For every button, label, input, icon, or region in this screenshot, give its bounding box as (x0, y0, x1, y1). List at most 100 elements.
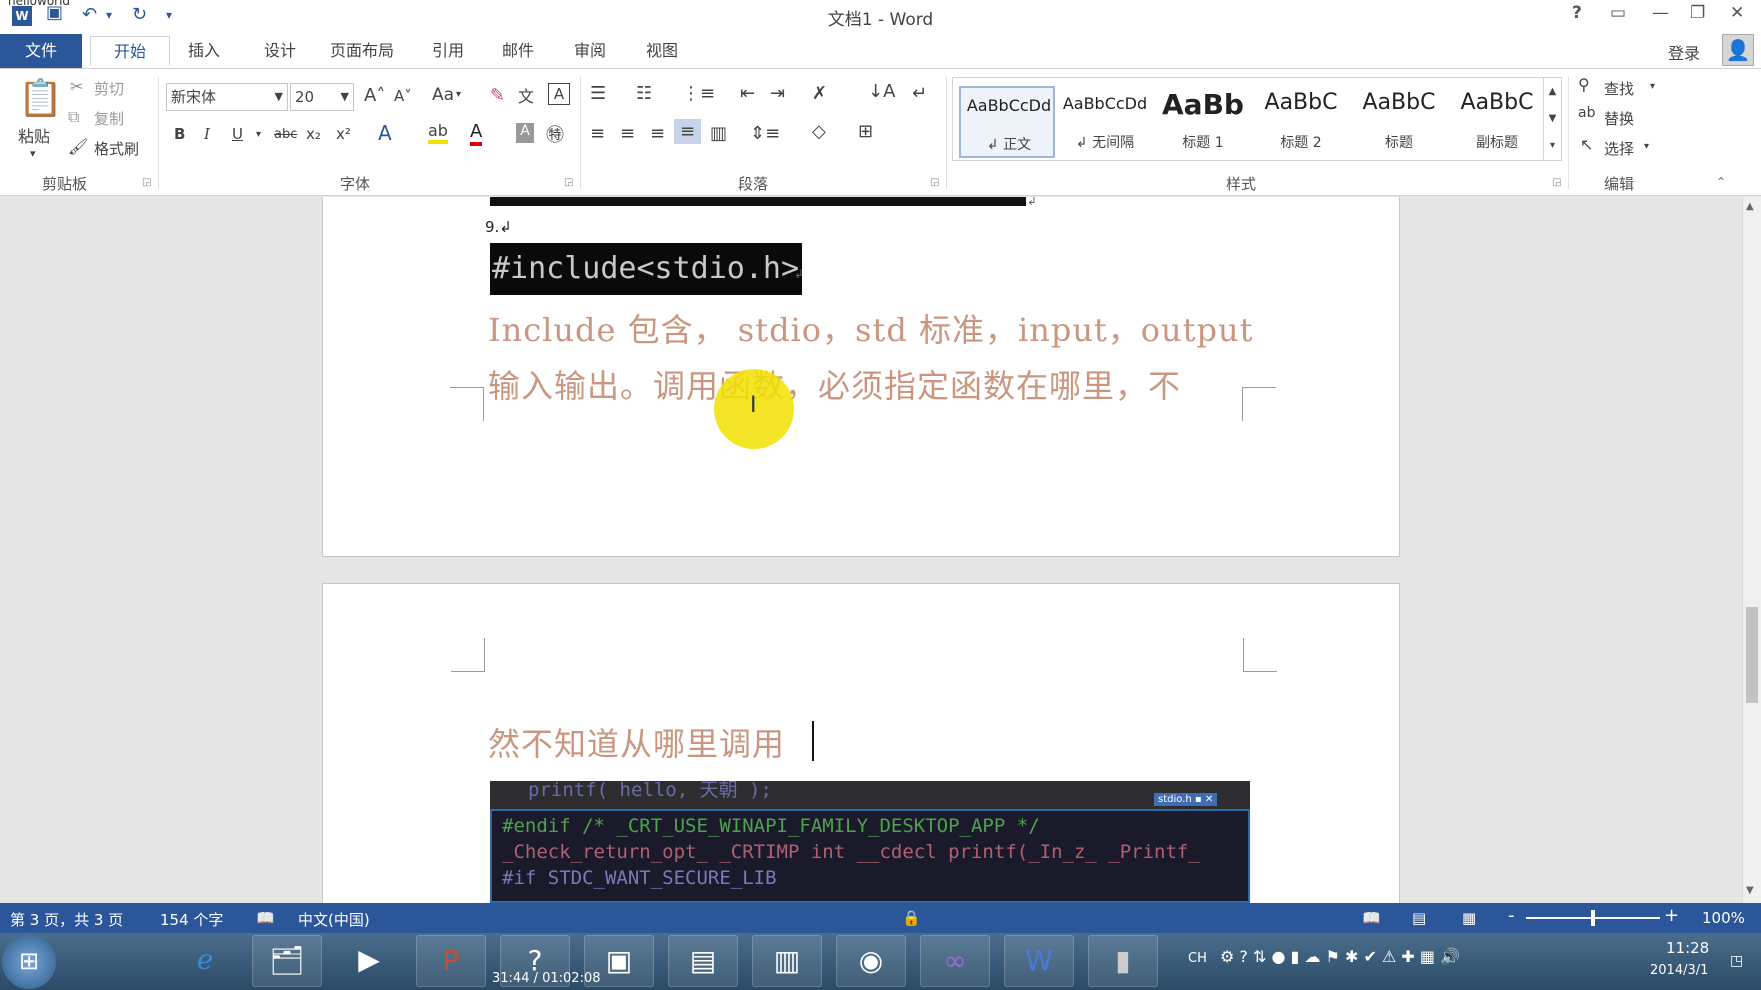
paragraph-launcher-icon[interactable]: ◲ (930, 177, 939, 188)
shading-icon[interactable]: ◇ (812, 121, 826, 142)
zoom-in-button[interactable]: + (1664, 905, 1679, 926)
tab-review[interactable]: 审阅 (562, 36, 618, 66)
cut-icon[interactable]: ✂ (70, 77, 83, 96)
styles-scroll[interactable]: ▲ ▼ ▾ (1543, 78, 1561, 160)
select-dropdown-icon[interactable]: ▾ (1644, 141, 1649, 152)
chinese-layout-icon[interactable]: ✗ (812, 83, 827, 104)
doc-line-2[interactable]: 输入输出。调用函数，必须指定函数在哪里，不 (488, 361, 1181, 407)
clock-date[interactable]: 2014/3/1 (1650, 963, 1708, 978)
media-player-icon[interactable]: ▶ (334, 935, 404, 987)
character-border-icon[interactable]: A (548, 83, 570, 105)
app-icon-4[interactable]: ◉ (836, 935, 906, 987)
show-desktop-icon[interactable]: ◳ (1730, 953, 1743, 969)
paste-dropdown-icon[interactable]: ▾ (30, 147, 36, 160)
collapse-ribbon-icon[interactable]: ⌃ (1716, 175, 1726, 189)
tab-view[interactable]: 视图 (634, 36, 690, 66)
clock-time[interactable]: 11:28 (1666, 939, 1709, 957)
minimize-button[interactable]: — (1652, 3, 1669, 23)
console-icon[interactable]: ▮ (1088, 935, 1158, 987)
doc-line-3[interactable]: 然不知道从哪里调用 (488, 719, 785, 765)
print-layout-icon[interactable]: ▤ (1412, 909, 1426, 927)
find-button[interactable]: 查找 (1604, 78, 1634, 99)
vertical-scrollbar[interactable]: ▲ ▼ (1742, 197, 1761, 903)
sort-icon[interactable]: ↓A (868, 81, 895, 102)
change-case-dropdown-icon[interactable]: ▾ (456, 89, 461, 100)
scroll-up-icon[interactable]: ▲ (1746, 201, 1754, 212)
tab-mailings[interactable]: 邮件 (490, 36, 546, 66)
borders-icon[interactable]: ⊞ (858, 121, 873, 142)
find-dropdown-icon[interactable]: ▾ (1650, 81, 1655, 92)
code-include-line[interactable]: #include<stdio.h> (490, 243, 802, 295)
increase-indent-icon[interactable]: ⇥ (770, 83, 785, 104)
app-icon-3[interactable]: ▥ (752, 935, 822, 987)
login-link[interactable]: 登录 (1668, 40, 1700, 64)
enclose-characters-icon[interactable]: ㊕ (546, 121, 564, 147)
font-color-icon[interactable]: A (470, 121, 483, 146)
character-shading-icon[interactable]: A (516, 123, 534, 143)
paste-button[interactable]: 粘贴 (18, 123, 50, 147)
scroll-thumb[interactable] (1746, 607, 1758, 703)
paste-icon[interactable]: 📋 (18, 77, 63, 119)
decrease-indent-icon[interactable]: ⇤ (740, 83, 755, 104)
align-right-icon[interactable]: ≡ (650, 123, 665, 144)
tab-references[interactable]: 引用 (420, 36, 476, 66)
tab-home[interactable]: 开始 (90, 36, 170, 66)
doc-line-1[interactable]: Include 包含， stdio，std 标准，input，output (488, 305, 1253, 351)
justify-icon[interactable]: ≡ (674, 119, 702, 144)
underline-dropdown-icon[interactable]: ▾ (256, 129, 261, 140)
style-no-spacing[interactable]: AaBbCcDd ↲ 无间隔 (1057, 86, 1153, 158)
strikethrough-button[interactable]: abc (274, 127, 297, 142)
line-spacing-icon[interactable]: ⇕≡ (750, 123, 780, 144)
restore-button[interactable]: ❐ (1690, 3, 1705, 23)
zoom-slider-thumb[interactable] (1591, 910, 1595, 926)
clear-formatting-icon[interactable]: ✎ (490, 85, 505, 106)
explorer-icon[interactable]: 🗂 (252, 935, 322, 987)
proofing-icon[interactable]: 📖 (256, 909, 275, 927)
help-button[interactable]: ? (1572, 3, 1582, 23)
ie-icon[interactable]: ℯ (170, 935, 240, 987)
embedded-screenshot[interactable]: printf( hello, 天朝 ); stdio.h ▪ ✕ #endif … (490, 781, 1250, 903)
grow-font-button[interactable]: A˄ (364, 85, 385, 106)
language-status[interactable]: 中文(中国) (298, 909, 370, 930)
highlight-color-icon[interactable]: ab (428, 121, 448, 144)
font-launcher-icon[interactable]: ◲ (564, 177, 573, 188)
page-count[interactable]: 第 3 页，共 3 页 (10, 909, 123, 930)
tab-page-layout[interactable]: 页面布局 (318, 36, 406, 66)
ime-indicator[interactable]: CH (1188, 951, 1207, 966)
styles-launcher-icon[interactable]: ◲ (1552, 177, 1561, 188)
align-center-icon[interactable]: ≡ (620, 123, 635, 144)
start-button[interactable]: ⊞ (2, 935, 56, 989)
scroll-down-icon[interactable]: ▼ (1746, 885, 1754, 896)
tab-insert[interactable]: 插入 (176, 36, 232, 66)
multilevel-list-icon[interactable]: ⋮≡ (682, 83, 715, 104)
close-button[interactable]: ✕ (1730, 3, 1744, 23)
format-painter-button[interactable]: 格式刷 (94, 138, 139, 159)
italic-button[interactable]: I (204, 125, 210, 143)
text-effects-icon[interactable]: A (378, 121, 392, 145)
bullets-icon[interactable]: ☰ (590, 83, 606, 104)
word-taskbar-icon[interactable]: W (1004, 935, 1074, 987)
copy-icon[interactable]: ⧉ (68, 107, 79, 127)
ribbon-display-options-icon[interactable]: ▭ (1610, 3, 1626, 23)
read-mode-icon[interactable]: 📖 (1362, 909, 1381, 927)
show-formatting-marks-icon[interactable]: ↵ (912, 83, 927, 104)
clipboard-launcher-icon[interactable]: ◲ (142, 177, 151, 188)
style-heading-2[interactable]: AaBbC 标题 2 (1253, 86, 1349, 158)
zoom-out-button[interactable]: - (1508, 905, 1515, 926)
style-normal[interactable]: AaBbCcDd ↲ 正文 (959, 86, 1055, 158)
distributed-icon[interactable]: ▥ (710, 123, 727, 144)
tab-file[interactable]: 文件 (0, 34, 82, 68)
bold-button[interactable]: B (174, 125, 185, 143)
cut-button[interactable]: 剪切 (94, 78, 124, 99)
font-size-box[interactable]: 20 ▼ (290, 83, 354, 111)
zoom-slider[interactable] (1526, 910, 1660, 926)
underline-button[interactable]: U (232, 125, 243, 143)
web-layout-icon[interactable]: ▦ (1462, 909, 1476, 927)
superscript-button[interactable]: x² (336, 125, 351, 143)
replace-button[interactable]: 替换 (1604, 108, 1634, 129)
user-avatar-icon[interactable]: 👤 (1722, 34, 1754, 66)
style-heading-1[interactable]: AaBb 标题 1 (1155, 86, 1251, 158)
word-count[interactable]: 154 个字 (160, 909, 223, 930)
zoom-level[interactable]: 100% (1702, 909, 1745, 927)
tab-design[interactable]: 设计 (252, 36, 308, 66)
